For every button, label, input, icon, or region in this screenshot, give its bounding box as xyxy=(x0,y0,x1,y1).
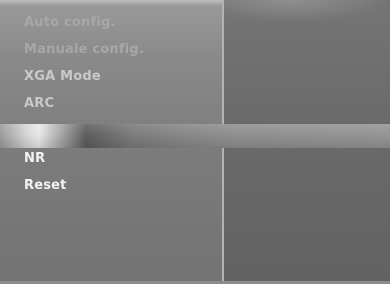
menu-item-manual-config[interactable]: Manuale config. xyxy=(24,42,144,57)
menu-item-auto-config[interactable]: Auto config. xyxy=(24,15,116,30)
selected-menu-highlight xyxy=(0,124,390,148)
menu-item-nr[interactable]: NR xyxy=(24,151,45,166)
tv-osd-screen: Auto config. Manuale config. XGA Mode AR… xyxy=(0,0,390,284)
menu-item-xga-mode[interactable]: XGA Mode xyxy=(24,69,101,84)
menu-item-reset[interactable]: Reset xyxy=(24,178,67,193)
menu-item-arc[interactable]: ARC xyxy=(24,96,54,111)
